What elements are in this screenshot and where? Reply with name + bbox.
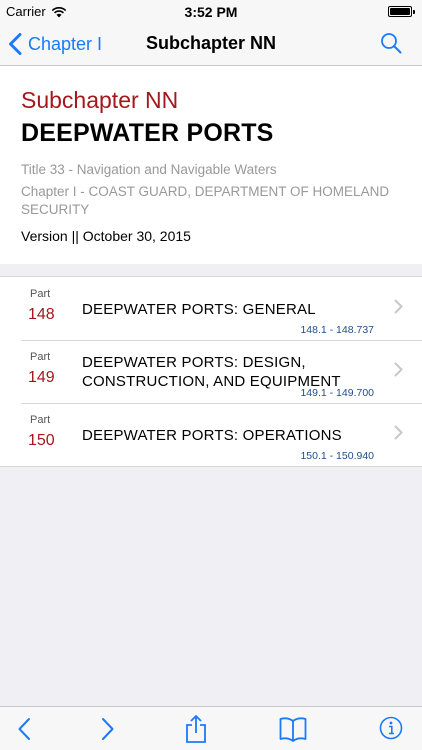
part-label: Part <box>30 414 51 426</box>
back-arrow-icon <box>18 718 30 740</box>
toolbar-share-button[interactable] <box>185 714 207 743</box>
forward-arrow-icon <box>102 718 114 740</box>
subchapter-label: Subchapter NN <box>21 87 179 113</box>
navigation-bar: Chapter I Subchapter NN <box>0 22 422 66</box>
part-row-150[interactable]: Part 150 DEEPWATER PORTS: OPERATIONS 150… <box>0 403 422 466</box>
toolbar-back-button[interactable] <box>17 717 31 743</box>
share-icon <box>186 715 206 743</box>
top-bar: Carrier 3:52 PM Chapter I Subchapter NN <box>0 0 422 66</box>
status-time: 3:52 PM <box>184 4 238 20</box>
bookmarks-icon <box>279 717 307 742</box>
chevron-right-icon <box>394 425 403 440</box>
toolbar-bookmarks-button[interactable] <box>279 716 307 742</box>
part-title: DEEPWATER PORTS: DESIGN, CONSTRUCTION, A… <box>82 354 341 390</box>
info-icon <box>379 716 403 740</box>
status-bar: Carrier 3:52 PM <box>0 0 422 22</box>
part-number: 150 <box>28 432 55 449</box>
part-label: Part <box>30 288 51 300</box>
part-number: 149 <box>28 369 55 386</box>
part-section-range: 150.1 - 150.940 <box>300 450 374 462</box>
part-title: DEEPWATER PORTS: OPERATIONS <box>82 427 342 444</box>
part-section-range: 149.1 - 149.700 <box>300 387 374 399</box>
battery-icon <box>388 6 415 17</box>
toolbar-forward-button[interactable] <box>101 717 115 743</box>
subchapter-header: Subchapter NN DEEPWATER PORTS Title 33 -… <box>0 66 422 264</box>
chapter-line: Chapter I - COAST GUARD, DEPARTMENT OF H… <box>21 184 390 217</box>
part-section-range: 148.1 - 148.737 <box>300 324 374 336</box>
part-title: DEEPWATER PORTS: GENERAL <box>82 301 316 318</box>
parts-list: Part 148 DEEPWATER PORTS: GENERAL 148.1 … <box>0 276 422 467</box>
version-line: Version || October 30, 2015 <box>21 228 191 244</box>
subchapter-title: DEEPWATER PORTS <box>21 119 274 147</box>
part-number: 148 <box>28 306 55 323</box>
chevron-right-icon <box>394 299 403 314</box>
part-row-148[interactable]: Part 148 DEEPWATER PORTS: GENERAL 148.1 … <box>0 277 422 340</box>
bottom-toolbar <box>0 706 422 750</box>
title-line: Title 33 - Navigation and Navigable Wate… <box>21 162 277 177</box>
part-row-149[interactable]: Part 149 DEEPWATER PORTS: DESIGN, CONSTR… <box>0 340 422 403</box>
chevron-right-icon <box>394 362 403 377</box>
search-icon[interactable] <box>380 32 402 54</box>
nav-title: Subchapter NN <box>145 33 277 53</box>
toolbar-info-button[interactable] <box>379 716 403 742</box>
part-label: Part <box>30 351 51 363</box>
